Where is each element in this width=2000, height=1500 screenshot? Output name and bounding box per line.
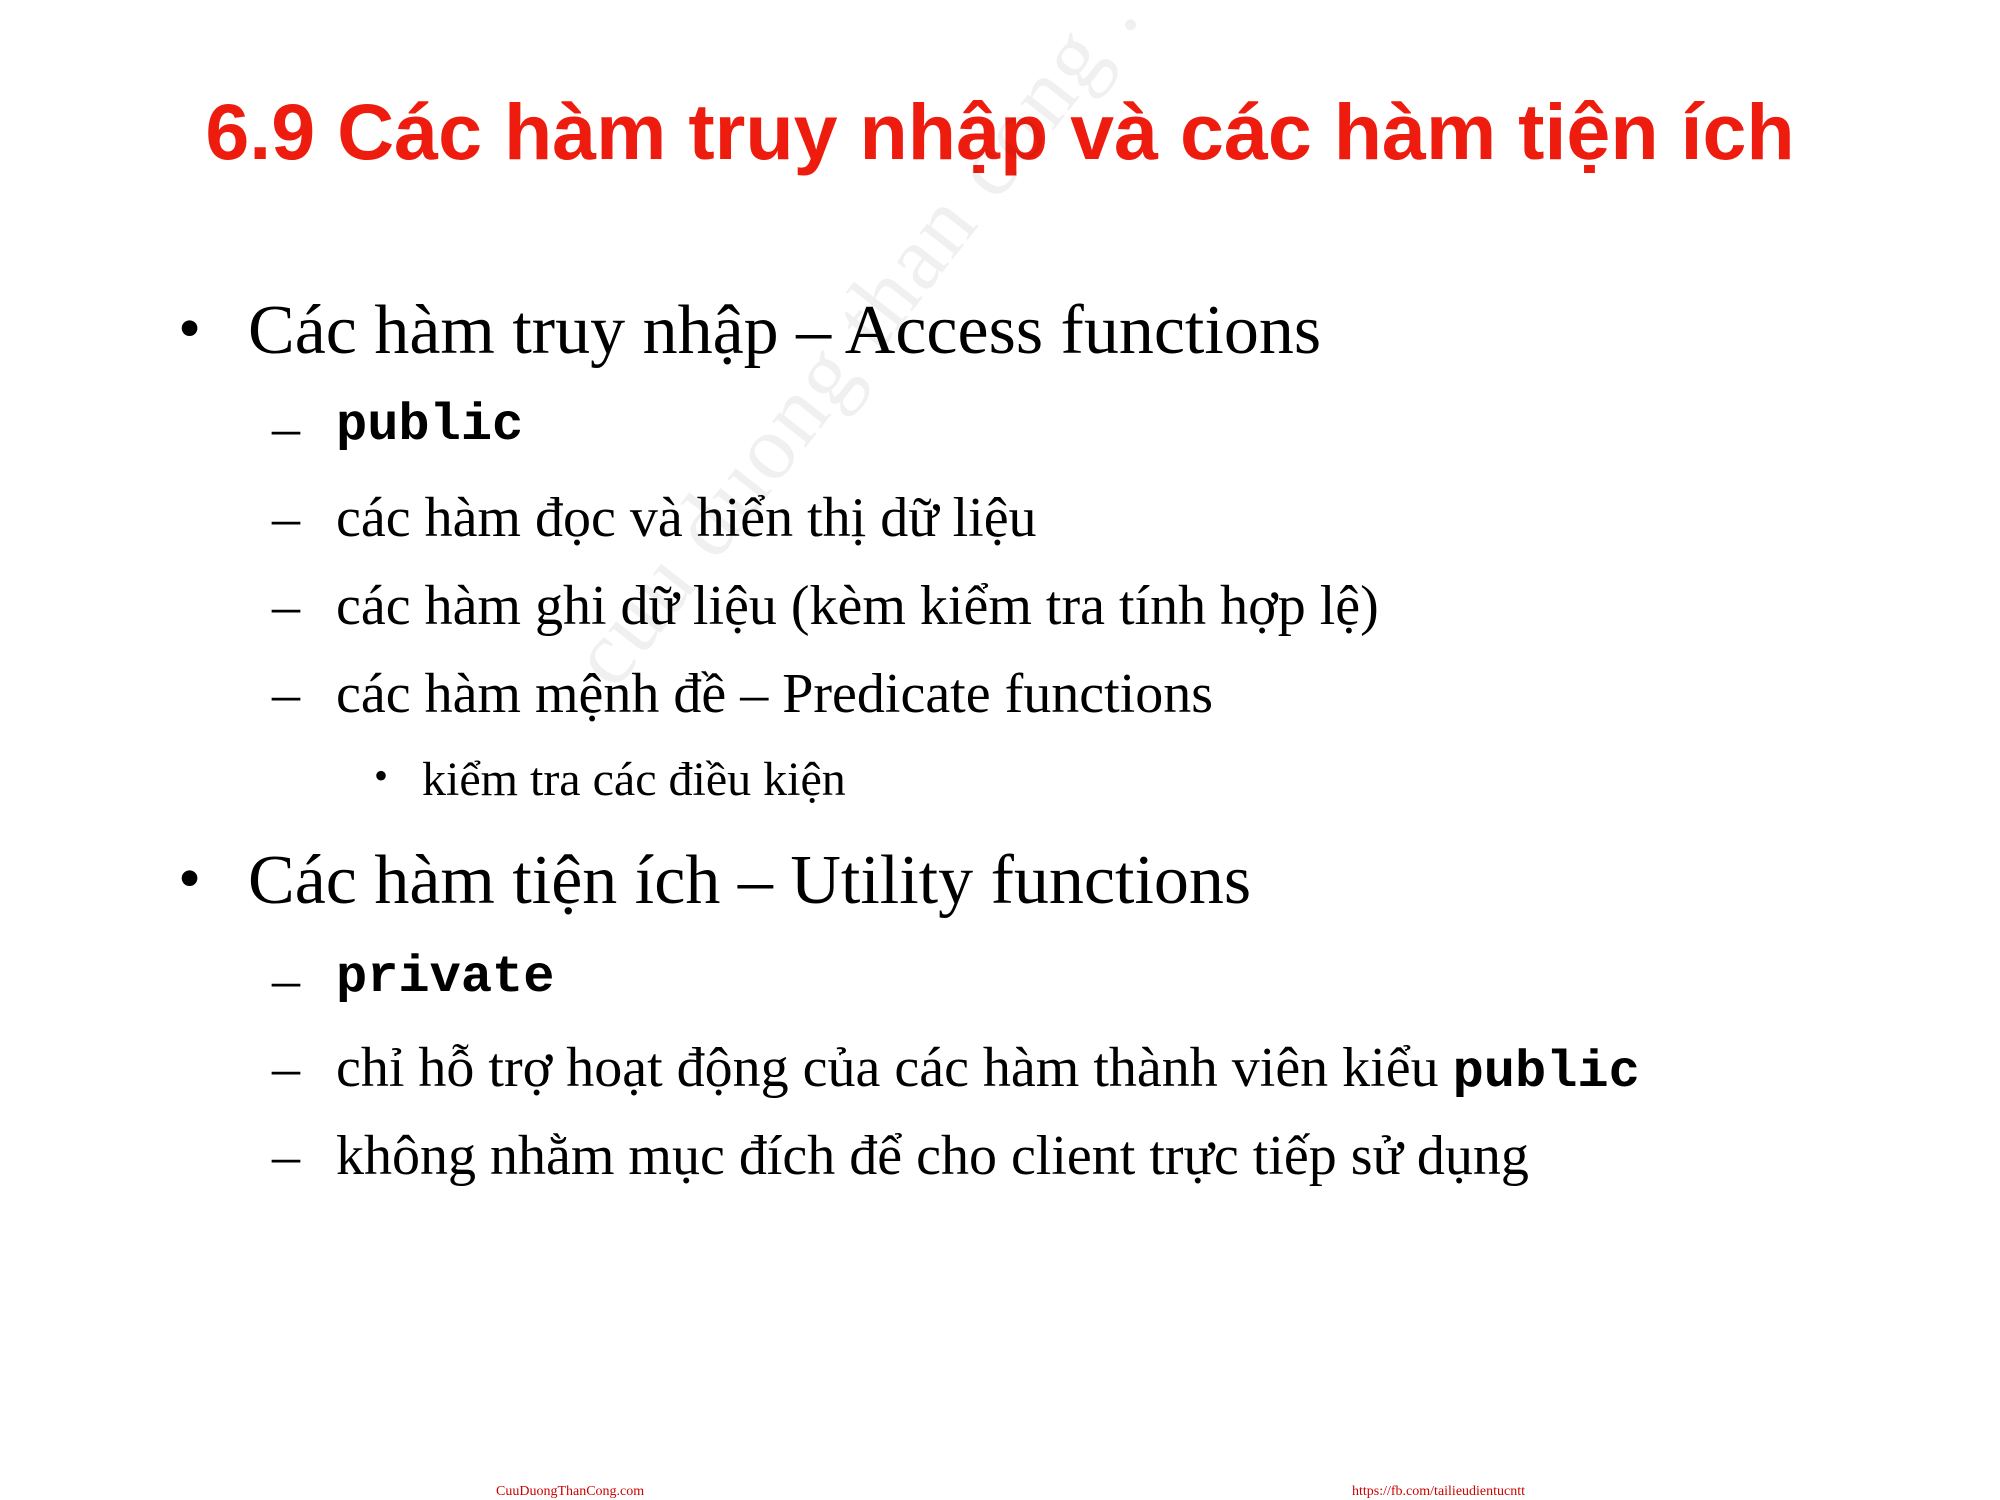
subitem-text: các hàm mệnh đề – Predicate functions xyxy=(336,663,1213,725)
footer-left-link[interactable]: CuuDuongThanCong.com xyxy=(496,1484,644,1500)
code-keyword: public xyxy=(336,396,524,455)
bullet-mark: • xyxy=(178,842,202,915)
bullet-text: Các hàm truy nhập – Access functions xyxy=(248,292,1322,369)
subsubitem-text: kiểm tra các điều kiện xyxy=(422,753,846,806)
subitem-text-with-code: chỉ hỗ trợ hoạt động của các hàm thành v… xyxy=(336,1040,1640,1099)
subitem-text: các hàm đọc và hiển thị dữ liệu xyxy=(336,487,1037,549)
dash-mark: – xyxy=(272,397,300,459)
code-keyword: public xyxy=(1452,1043,1640,1102)
bullet-text: Các hàm tiện ích – Utility functions xyxy=(248,842,1252,919)
subitem-text: không nhằm mục đích để cho client trực t… xyxy=(336,1125,1529,1187)
dash-mark: – xyxy=(272,949,300,1011)
dash-mark: – xyxy=(272,575,300,637)
subitem-text: chỉ hỗ trợ hoạt động của các hàm thành v… xyxy=(336,1037,1453,1099)
code-keyword: private xyxy=(336,948,555,1007)
dash-mark: – xyxy=(272,1125,300,1187)
dash-mark: – xyxy=(272,487,300,549)
bullet-mark: • xyxy=(178,292,202,365)
footer-right-link[interactable]: https://fb.com/tailieudientucntt xyxy=(1352,1484,1525,1500)
dash-mark: – xyxy=(272,1037,300,1099)
slide: 6.9 Các hàm truy nhập và các hàm tiện íc… xyxy=(0,0,2000,1500)
bullet-mark: • xyxy=(374,753,389,798)
subitem-text: các hàm ghi dữ liệu (kèm kiểm tra tính h… xyxy=(336,575,1379,637)
dash-mark: – xyxy=(272,663,300,725)
